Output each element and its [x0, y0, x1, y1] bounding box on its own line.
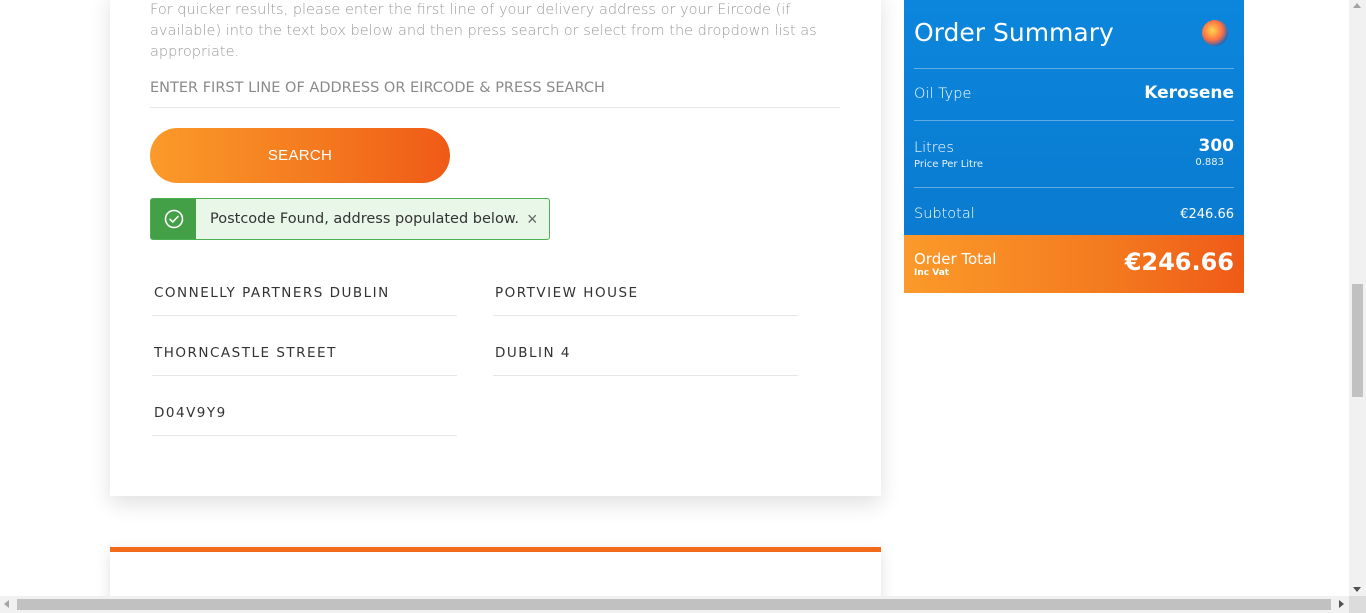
address-line-2-field[interactable]: PORTVIEW HOUSE: [493, 270, 798, 316]
litres-row: Litres Price Per Litre 300 0.883: [914, 120, 1234, 187]
eircode-field[interactable]: D04V9Y9: [152, 390, 457, 436]
address-search-input[interactable]: [150, 68, 840, 108]
scroll-right-arrow-icon[interactable]: [1339, 600, 1344, 608]
horizontal-scroll-thumb[interactable]: [17, 599, 1331, 610]
close-icon[interactable]: ×: [527, 210, 538, 228]
subtotal-value: €246.66: [1180, 207, 1234, 222]
address-instructions: For quicker results, please enter the fi…: [150, 2, 817, 60]
postcode-found-alert: Postcode Found, address populated below.…: [150, 198, 550, 240]
scroll-left-arrow-icon[interactable]: [4, 600, 9, 608]
horizontal-scrollbar[interactable]: [0, 596, 1366, 613]
page: For quicker results, please enter the fi…: [0, 0, 1366, 613]
vertical-scrollbar[interactable]: [1349, 0, 1366, 596]
search-button[interactable]: SEARCH: [150, 128, 450, 183]
alert-message: Postcode Found, address populated below.: [210, 211, 519, 227]
scroll-down-arrow-icon[interactable]: [1353, 587, 1361, 592]
address-line-1-field[interactable]: CONNELLY PARTNERS DUBLIN: [152, 270, 457, 316]
subtotal-label: Subtotal: [914, 206, 975, 222]
scrollbar-corner: [1349, 596, 1366, 613]
price-per-litre-value: 0.883: [1195, 157, 1224, 168]
order-summary-details: Order Summary Oil Type Kerosene Litres P…: [904, 0, 1244, 235]
litres-label: Litres: [914, 140, 954, 156]
brand-logo-icon: [1202, 20, 1228, 46]
order-total-value: €246.66: [1124, 248, 1234, 276]
oil-type-value: Kerosene: [1144, 83, 1234, 103]
inc-vat-label: Inc Vat: [914, 268, 950, 278]
order-total-label: Order Total: [914, 250, 997, 268]
oil-type-label: Oil Type: [914, 86, 972, 102]
litres-value: 300: [1198, 136, 1235, 156]
address-line-3-field[interactable]: THORNCASTLE STREET: [152, 330, 457, 376]
vertical-scroll-thumb[interactable]: [1352, 284, 1363, 397]
check-circle-icon: [151, 199, 196, 239]
order-summary-panel: Order Summary Oil Type Kerosene Litres P…: [904, 0, 1244, 293]
address-line-4-field[interactable]: DUBLIN 4: [493, 330, 798, 376]
subtotal-row: Subtotal €246.66: [914, 187, 1234, 235]
order-summary-title: Order Summary: [914, 18, 1114, 47]
price-per-litre-label: Price Per Litre: [914, 159, 984, 170]
oil-type-row: Oil Type Kerosene: [914, 68, 1234, 120]
delivery-address-card: For quicker results, please enter the fi…: [110, 0, 881, 496]
order-total-bar: Order Total Inc Vat €246.66: [904, 235, 1244, 293]
scroll-up-arrow-icon[interactable]: [1353, 3, 1361, 8]
